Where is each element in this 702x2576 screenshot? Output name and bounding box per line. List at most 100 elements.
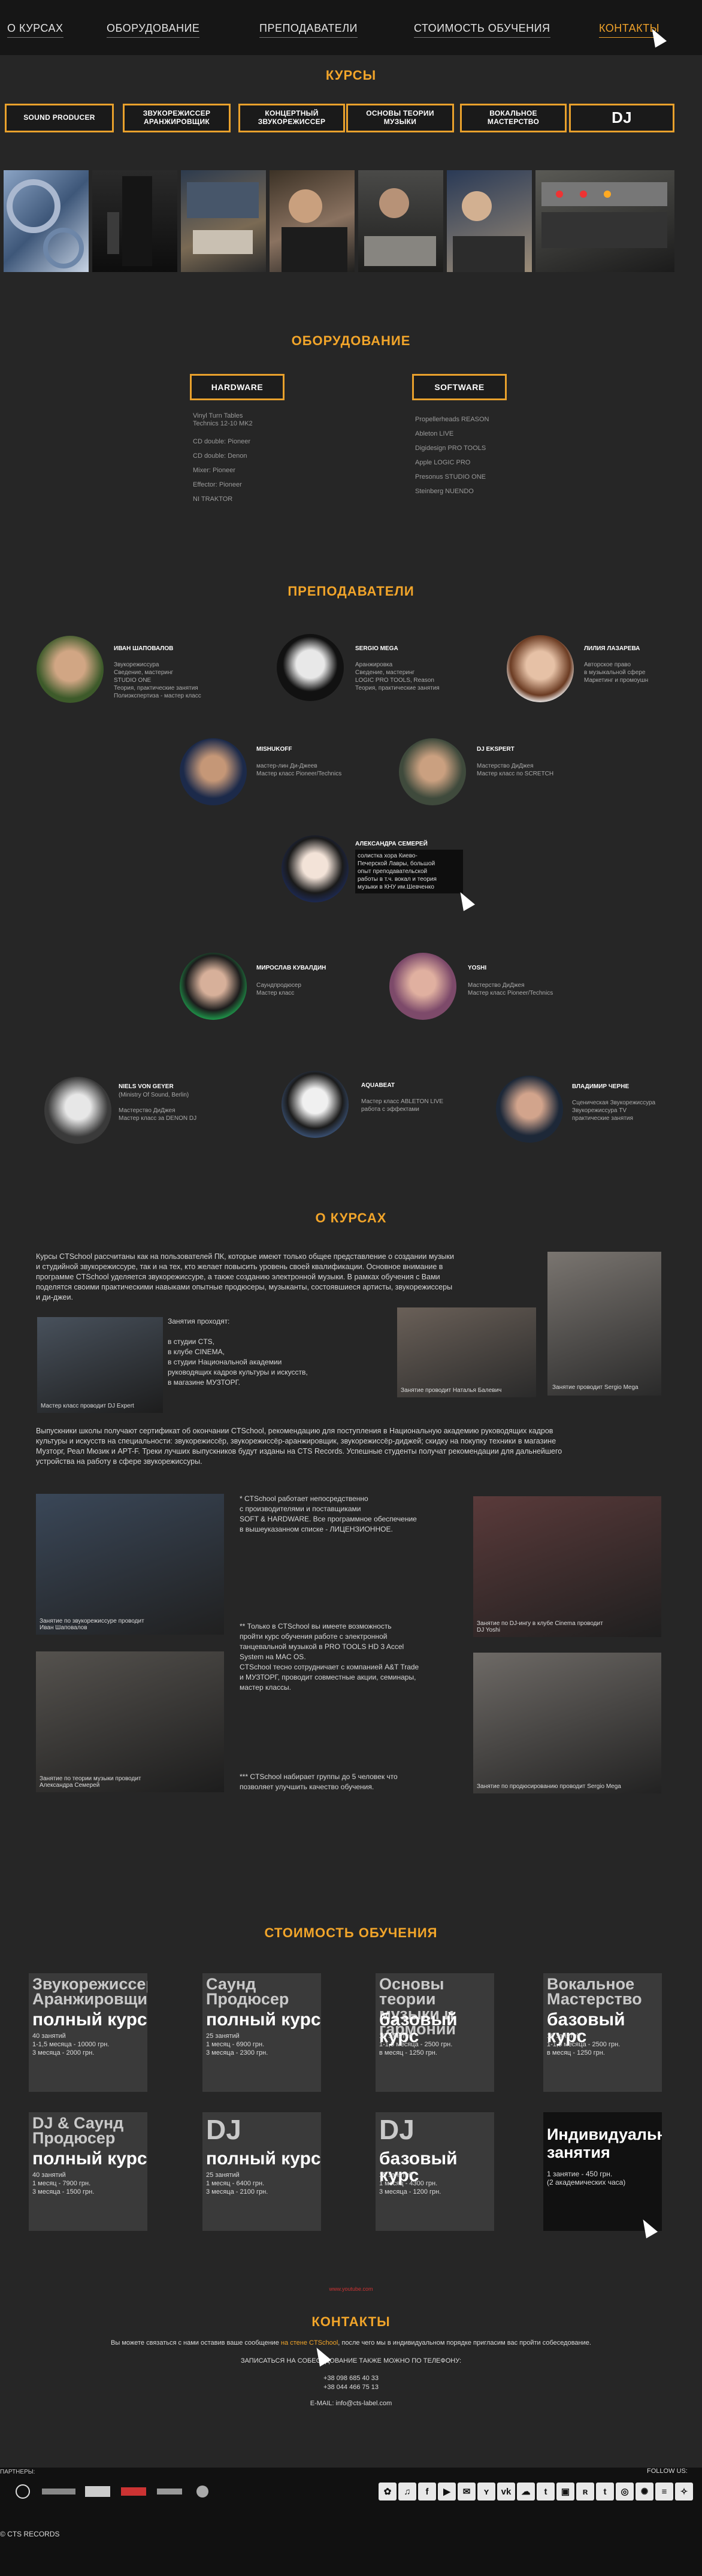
teachers-title: ПРЕПОДАВАТЕЛИ (288, 584, 414, 599)
course-button-arranger[interactable]: ЗВУКОРЕЖИССЕР АРАНЖИРОВЩИК (123, 104, 231, 132)
about-photo[interactable]: Занятие по продюсированию проводит Sergi… (473, 1653, 661, 1793)
partner-logo[interactable] (190, 2484, 214, 2499)
social-icon[interactable]: ʀ (576, 2483, 594, 2500)
price-card-price: 25 занятий 1 месяц - 6400 грн. 3 месяца … (206, 2172, 268, 2196)
contacts-phone-2[interactable]: +38 044 466 75 13 (0, 2384, 702, 2391)
course-photo[interactable] (358, 170, 443, 272)
price-card-price: 10 занятий 1-1,5 месяца - 2500 грн. в ме… (379, 2033, 453, 2056)
course-button-theory[interactable]: ОСНОВЫ ТЕОРИИ МУЗЫКИ (346, 104, 454, 132)
price-card-course: DJ (379, 2114, 414, 2145)
software-item: Steinberg NUENDO (415, 488, 474, 495)
hardware-item: CD double: Denon (193, 452, 247, 460)
course-photo[interactable] (535, 170, 674, 272)
nav-equipment[interactable]: ОБОРУДОВАНИЕ (107, 22, 200, 38)
hardware-button[interactable]: HARDWARE (190, 374, 285, 400)
partner-logo[interactable] (11, 2484, 35, 2499)
software-button[interactable]: SOFTWARE (412, 374, 507, 400)
course-button-vocal[interactable]: ВОКАЛЬНОЕ МАСТЕРСТВО (460, 104, 567, 132)
social-icon[interactable]: t (596, 2483, 614, 2500)
about-photo[interactable]: Занятие проводит Наталья Балевич (397, 1307, 536, 1397)
contacts-text: Вы можете связаться с нами оставив ваше … (111, 2339, 281, 2347)
teacher-name: МИРОСЛАВ КУВАЛДИН (256, 965, 326, 971)
course-photo[interactable] (447, 170, 532, 272)
course-photo[interactable] (181, 170, 266, 272)
teacher-name: NIELS VON GEYER (119, 1083, 174, 1090)
contacts-email[interactable]: E-MAIL: info@cts-label.com (0, 2400, 702, 2407)
about-photo[interactable]: Занятие по DJ-ингу в клубе Cinema провод… (473, 1496, 661, 1637)
course-photo[interactable] (92, 170, 177, 272)
small-link[interactable]: www.youtube.com (0, 2286, 702, 2292)
nav-teachers[interactable]: ПРЕПОДАВАТЕЛИ (259, 22, 358, 38)
price-card[interactable]: Вокальное Мастерство базовый курс 10 зан… (543, 1973, 662, 2092)
social-icon[interactable]: ʏ (477, 2483, 495, 2500)
social-icon[interactable]: ✿ (379, 2483, 397, 2500)
price-card-course: Саунд Продюсер (206, 1975, 289, 2008)
course-photo[interactable] (4, 170, 89, 272)
social-icon[interactable]: ▶ (438, 2483, 456, 2500)
price-card[interactable]: DJ & Саунд Продюсер полный курс 40 занят… (29, 2112, 147, 2231)
nav-prices[interactable]: СТОИМОСТЬ ОБУЧЕНИЯ (414, 22, 550, 38)
equipment-title: ОБОРУДОВАНИЕ (291, 333, 411, 348)
teacher-photo[interactable] (277, 634, 344, 701)
course-button-dj[interactable]: DJ (569, 104, 674, 132)
course-button-concert[interactable]: КОНЦЕРТНЫЙ ЗВУКОРЕЖИССЕР (238, 104, 345, 132)
price-card[interactable]: Основы теории музыки и гармонии базовый … (376, 1973, 494, 2092)
course-photo[interactable] (270, 170, 355, 272)
teacher-photo[interactable] (44, 1077, 111, 1144)
photo-caption: Занятие по звукорежиссуре проводит Иван … (40, 1618, 144, 1631)
teacher-photo[interactable] (282, 835, 349, 902)
price-card[interactable]: DJ полный курс 25 занятий 1 месяц - 6400… (202, 2112, 321, 2231)
about-photo[interactable]: Занятие проводит Sergio Mega (547, 1252, 661, 1396)
social-icon[interactable]: ♫ (398, 2483, 416, 2500)
social-icon[interactable]: ✉ (458, 2483, 476, 2500)
partners-label: ПАРТНЕРЫ: (0, 2469, 35, 2475)
contacts-phone-1[interactable]: +38 098 685 40 33 (0, 2375, 702, 2382)
teacher-photo[interactable] (37, 636, 104, 703)
teacher-photo[interactable] (496, 1076, 563, 1143)
top-navigation: О КУРСАХ ОБОРУДОВАНИЕ ПРЕПОДАВАТЕЛИ СТОИ… (0, 0, 702, 55)
teacher-photo[interactable] (180, 953, 247, 1020)
social-icon[interactable]: ◎ (616, 2483, 634, 2500)
social-icon[interactable]: vk (497, 2483, 515, 2500)
price-card-price: 1 занятие - 450 грн. (2 академических ча… (547, 2170, 626, 2187)
social-icon[interactable]: ≡ (655, 2483, 673, 2500)
price-card-price: 40 занятий 1-1,5 месяца - 10000 грн. 3 м… (32, 2033, 110, 2056)
hardware-list: Vinyl Turn Tables Technics 12-10 MK2 CD … (193, 412, 313, 506)
price-card[interactable]: DJ базовый курс 15 занятий 1 месяц - 430… (376, 2112, 494, 2231)
teacher-photo[interactable] (389, 953, 456, 1020)
teacher-photo[interactable] (180, 738, 247, 805)
about-photo[interactable]: Занятие по теории музыки проводит Алекса… (36, 1651, 224, 1792)
partner-logo[interactable] (41, 2484, 77, 2499)
social-icon[interactable]: ☁ (517, 2483, 535, 2500)
social-icon[interactable]: t (537, 2483, 555, 2500)
social-icon[interactable]: f (418, 2483, 436, 2500)
price-card[interactable]: Саунд Продюсер полный курс 25 занятий 1 … (202, 1973, 321, 2092)
teacher-description: Саундпродюсер Мастер класс (256, 982, 301, 996)
price-card[interactable]: Индивидуальные занятия 1 занятие - 450 г… (543, 2112, 662, 2231)
partner-logo[interactable] (155, 2484, 184, 2499)
hardware-item: CD double: Pioneer (193, 438, 251, 445)
teacher-photo[interactable] (507, 635, 574, 702)
teacher-description: Мастерство ДиДжея Мастер класс Pioneer/T… (468, 982, 553, 996)
course-button-sound-producer[interactable]: SOUND PRODUCER (5, 104, 114, 132)
teacher-photo[interactable] (282, 1071, 349, 1138)
software-list: Propellerheads REASON Ableton LIVE Digid… (415, 412, 535, 499)
social-icon[interactable]: ✺ (636, 2483, 653, 2500)
partner-logos (11, 2483, 214, 2500)
about-photo[interactable]: Занятие по звукорежиссуре проводит Иван … (36, 1494, 224, 1635)
about-intro-text: Курсы CTSchool рассчитаны как на пользов… (36, 1252, 454, 1301)
teacher-name: АЛЕКСАНДРА СЕМЕРЕЙ (355, 841, 428, 847)
follow-label: FOLLOW US: (647, 2468, 688, 2475)
teacher-photo[interactable] (399, 738, 466, 805)
partner-logo[interactable] (83, 2484, 113, 2499)
partner-logo[interactable] (119, 2484, 149, 2499)
nav-about[interactable]: О КУРСАХ (7, 22, 63, 38)
social-icon[interactable]: ✧ (675, 2483, 693, 2500)
price-card[interactable]: Звукорежиссер Аранжировщик полный курс 4… (29, 1973, 147, 2092)
about-photo[interactable]: Мастер класс проводит DJ Expert (37, 1317, 163, 1413)
teacher-description: Звукорежиссура Сведение, мастеринг STUDI… (114, 662, 201, 699)
hardware-item: NI TRAKTOR (193, 496, 233, 503)
social-icon[interactable]: ▣ (556, 2483, 574, 2500)
contacts-wall-link[interactable]: на стене CTSchool (281, 2339, 338, 2347)
price-card-type: полный курс (32, 2149, 147, 2169)
